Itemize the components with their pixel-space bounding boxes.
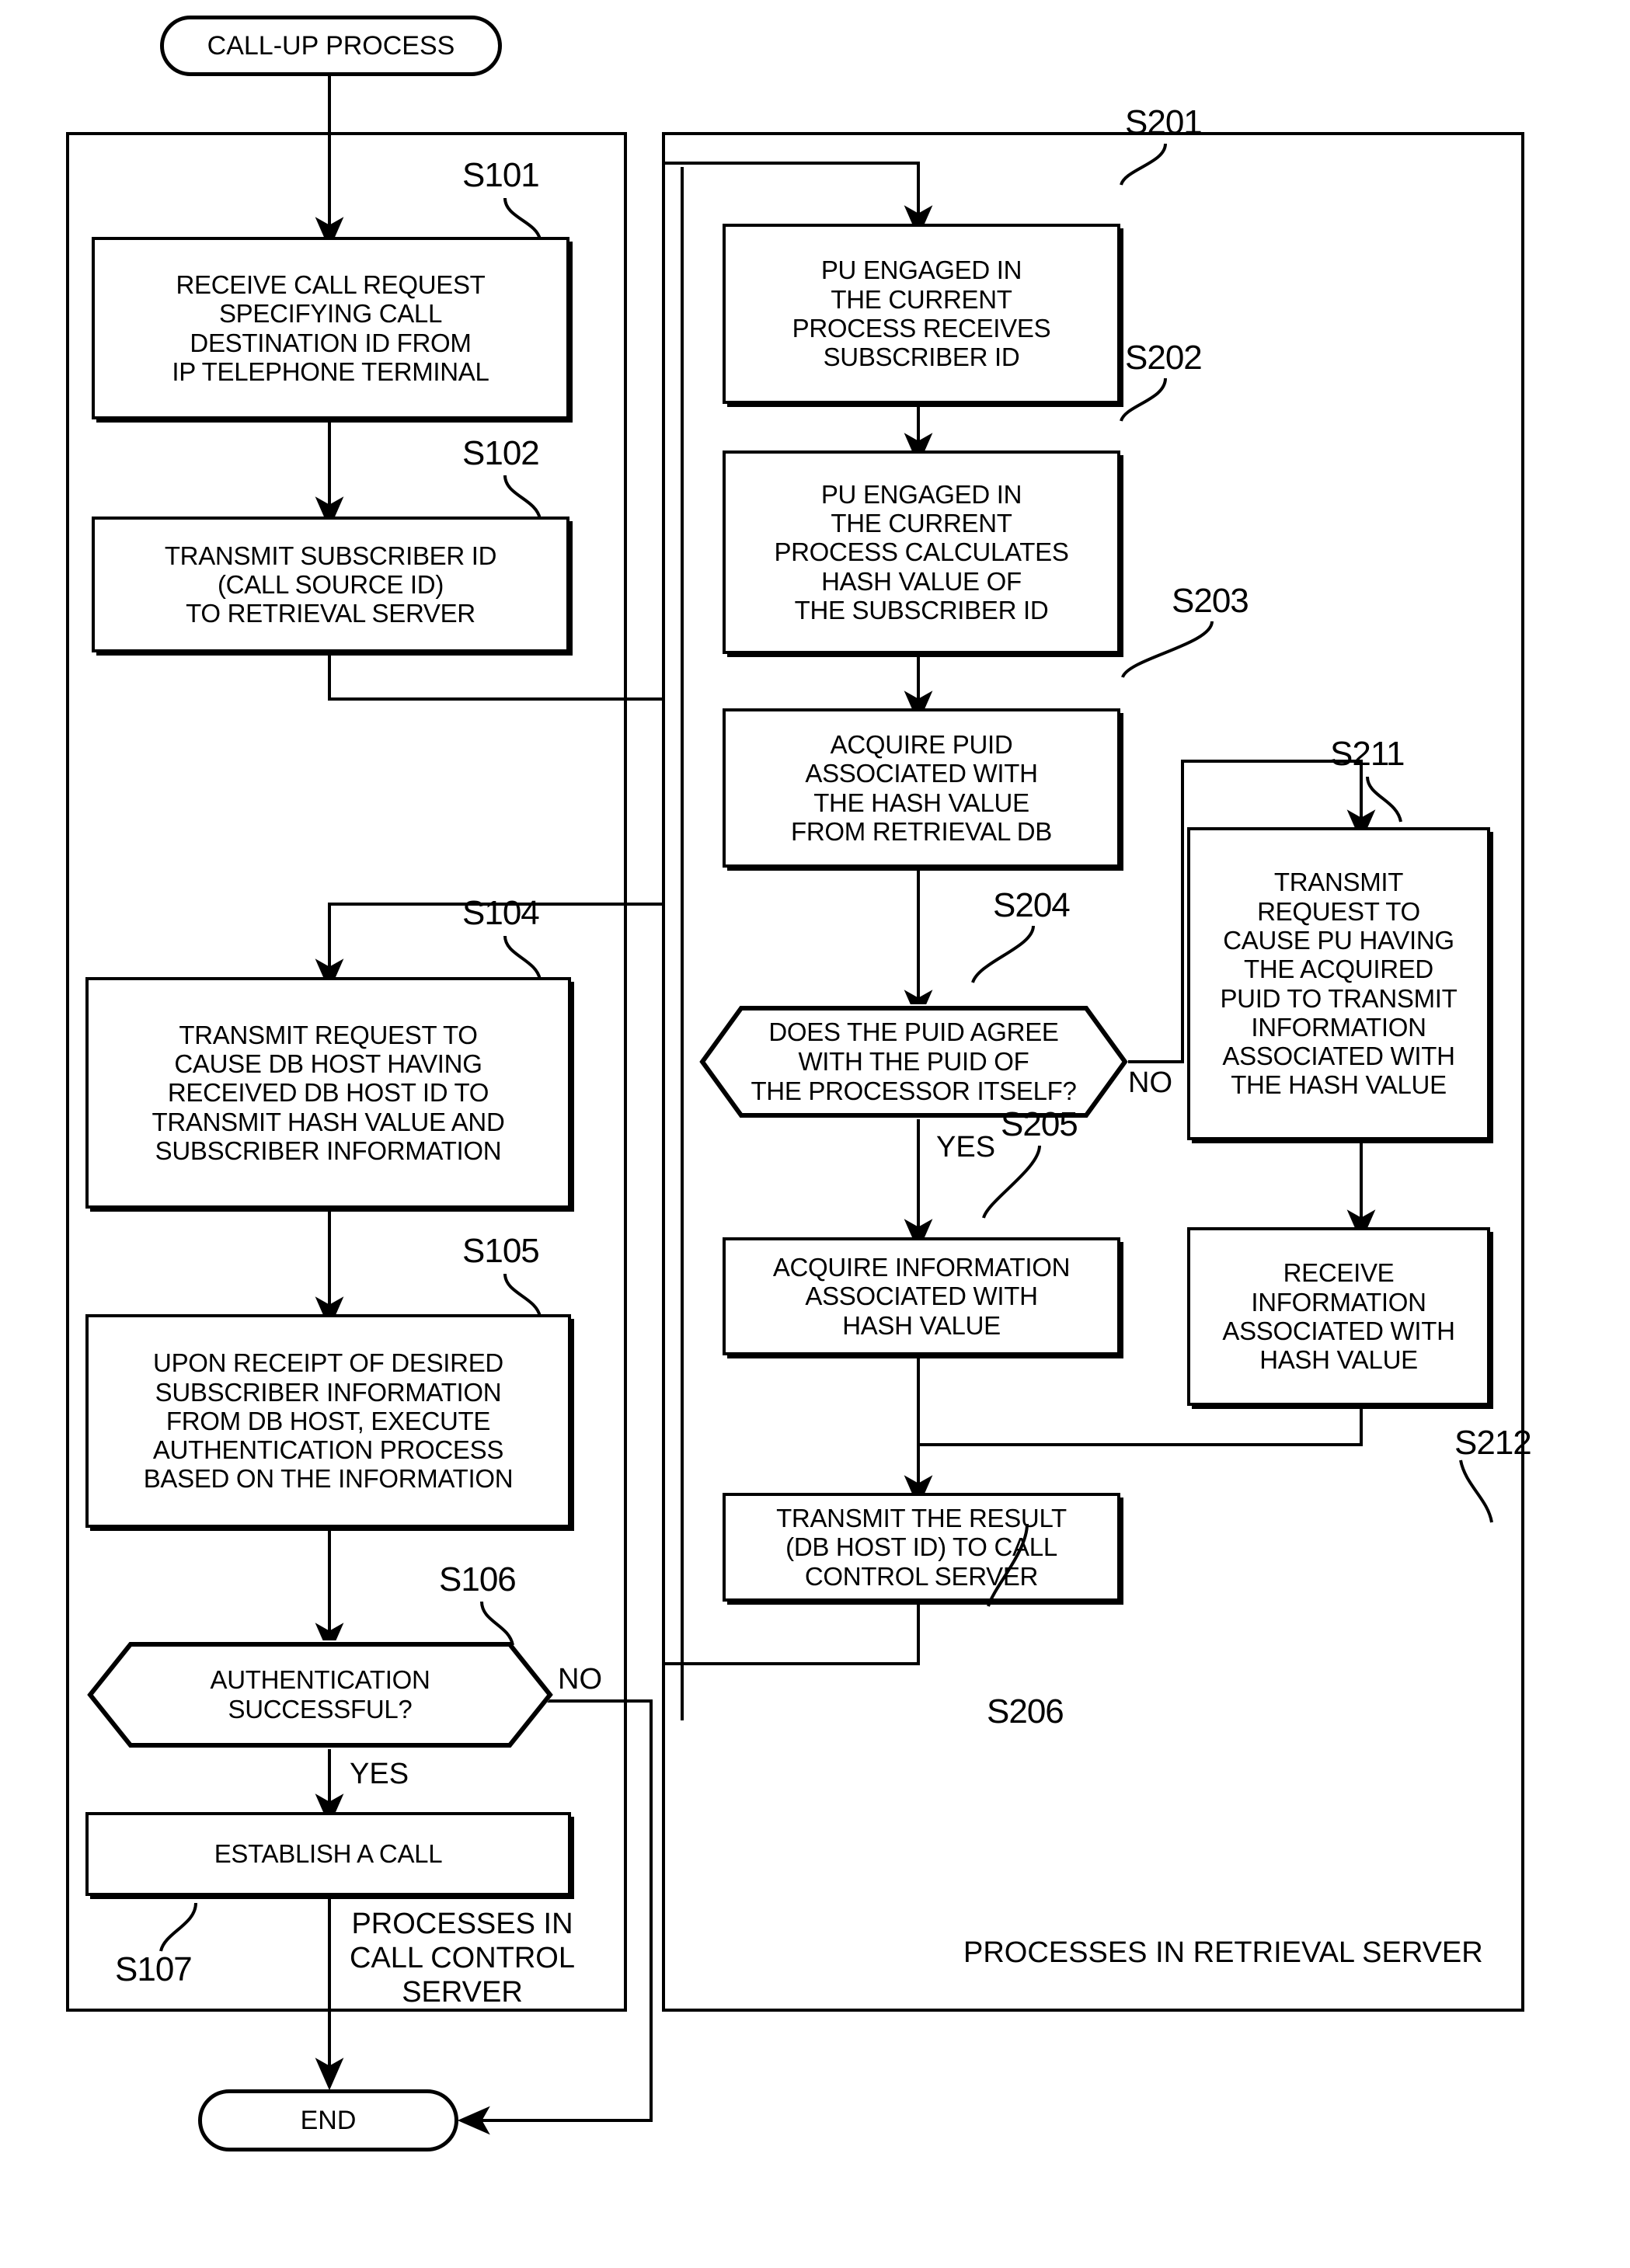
decision-s106: AUTHENTICATION SUCCESSFUL? [87, 1640, 553, 1749]
step-s105-text: UPON RECEIPT OF DESIRED SUBSCRIBER INFOR… [143, 1348, 514, 1494]
branch-label-s204-yes: YES [936, 1131, 996, 1164]
decision-s106-text: AUTHENTICATION SUCCESSFUL? [210, 1664, 430, 1724]
step-s201-text: PU ENGAGED IN THE CURRENT PROCESS RECEIV… [792, 256, 1051, 372]
step-s102-text: TRANSMIT SUBSCRIBER ID (CALL SOURCE ID) … [164, 541, 497, 628]
step-s203-box: ACQUIRE PUID ASSOCIATED WITH THE HASH VA… [723, 708, 1120, 868]
start-label: CALL-UP PROCESS [207, 30, 455, 61]
tag-s201: S201 [1125, 103, 1203, 141]
end-terminator: END [198, 2089, 458, 2151]
tag-s102: S102 [462, 434, 540, 472]
tag-s212: S212 [1454, 1424, 1532, 1462]
tag-s204: S204 [993, 886, 1071, 924]
step-s203-text: ACQUIRE PUID ASSOCIATED WITH THE HASH VA… [791, 729, 1052, 846]
step-s202-box: PU ENGAGED IN THE CURRENT PROCESS CALCUL… [723, 450, 1120, 654]
step-s201-box: PU ENGAGED IN THE CURRENT PROCESS RECEIV… [723, 224, 1120, 404]
retrieval-group-inner-rail [681, 167, 684, 1720]
tag-s206: S206 [987, 1692, 1064, 1731]
tag-s211: S211 [1330, 735, 1405, 773]
step-s206-text: TRANSMIT THE RESULT (DB HOST ID) TO CALL… [776, 1504, 1067, 1591]
start-terminator: CALL-UP PROCESS [160, 16, 502, 76]
tag-s107: S107 [115, 1950, 193, 1988]
step-s205-text: ACQUIRE INFORMATION ASSOCIATED WITH HASH… [772, 1253, 1071, 1340]
step-s205-box: ACQUIRE INFORMATION ASSOCIATED WITH HASH… [723, 1237, 1120, 1355]
tag-s106: S106 [439, 1560, 517, 1598]
step-s101-text: RECEIVE CALL REQUEST SPECIFYING CALL DES… [172, 270, 489, 386]
decision-s204: DOES THE PUID AGREE WITH THE PUID OF THE… [699, 1004, 1128, 1119]
branch-label-s204-no: NO [1128, 1066, 1172, 1099]
branch-label-s106-no: NO [558, 1663, 602, 1696]
tag-s205: S205 [1001, 1105, 1078, 1143]
decision-s204-text: DOES THE PUID AGREE WITH THE PUID OF THE… [751, 1017, 1077, 1106]
step-s102-box: TRANSMIT SUBSCRIBER ID (CALL SOURCE ID) … [92, 517, 569, 652]
tag-s104: S104 [462, 894, 540, 932]
tag-s202: S202 [1125, 339, 1203, 377]
step-s104-box: TRANSMIT REQUEST TO CAUSE DB HOST HAVING… [85, 977, 571, 1209]
end-label: END [300, 2105, 357, 2135]
step-s107-text: ESTABLISH A CALL [214, 1839, 443, 1869]
step-s202-text: PU ENGAGED IN THE CURRENT PROCESS CALCUL… [774, 479, 1069, 624]
step-s107-box: ESTABLISH A CALL [85, 1812, 571, 1896]
branch-label-s106-yes: YES [350, 1758, 409, 1790]
tag-s105: S105 [462, 1232, 540, 1270]
step-s212-box: RECEIVE INFORMATION ASSOCIATED WITH HASH… [1187, 1227, 1490, 1406]
step-s101-box: RECEIVE CALL REQUEST SPECIFYING CALL DES… [92, 237, 569, 419]
step-s105-box: UPON RECEIPT OF DESIRED SUBSCRIBER INFOR… [85, 1314, 571, 1528]
caption-call-control-server: PROCESSES IN CALL CONTROL SERVER [350, 1908, 575, 2009]
step-s211-text: TRANSMIT REQUEST TO CAUSE PU HAVING THE … [1220, 868, 1458, 1100]
step-s104-text: TRANSMIT REQUEST TO CAUSE DB HOST HAVING… [152, 1020, 505, 1165]
tag-s101: S101 [462, 156, 540, 194]
step-s212-text: RECEIVE INFORMATION ASSOCIATED WITH HASH… [1222, 1258, 1455, 1375]
caption-retrieval-server: PROCESSES IN RETRIEVAL SERVER [963, 1936, 1483, 1969]
step-s206-box: TRANSMIT THE RESULT (DB HOST ID) TO CALL… [723, 1493, 1120, 1602]
step-s211-box: TRANSMIT REQUEST TO CAUSE PU HAVING THE … [1187, 827, 1490, 1140]
flowchart-canvas: CALL-UP PROCESS RECEIVE CALL REQUEST SPE… [0, 0, 1630, 2268]
tag-s203: S203 [1172, 582, 1249, 620]
